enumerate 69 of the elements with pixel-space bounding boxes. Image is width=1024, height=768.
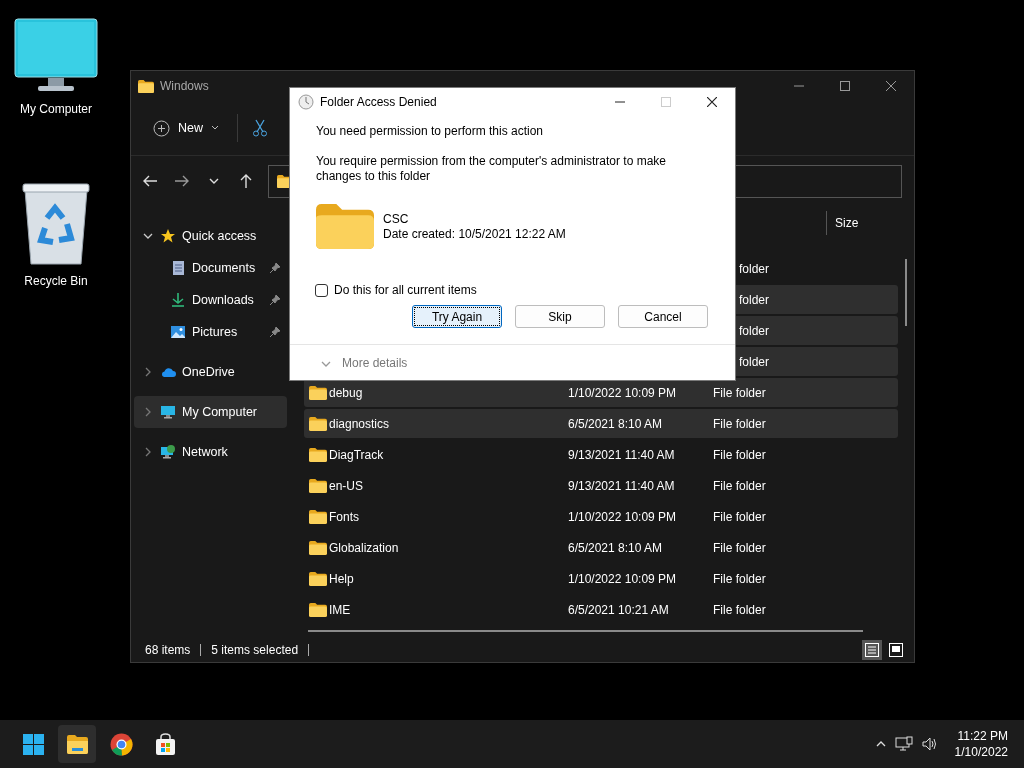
table-cell-text: 1/10/2022 10:09 PM (568, 384, 677, 402)
table-cell-text: File folder (713, 446, 766, 464)
more-details-link[interactable]: More details (342, 356, 408, 371)
sidebar-item[interactable]: Pictures (134, 316, 287, 348)
file-row[interactable]: IME 6/5/2021 10:21 AM File folder (304, 595, 898, 624)
dialog-button[interactable]: Skip (515, 305, 605, 328)
table-cell-text: Help (329, 570, 354, 588)
table-cell-text: 9/13/2021 11:40 AM (568, 477, 675, 495)
table-cell-text: 1/10/2022 10:09 PM (568, 508, 677, 526)
table-cell-text: debug (329, 384, 363, 402)
window-title: Windows (160, 78, 209, 95)
sidebar-label: Network (182, 443, 228, 461)
clock-date[interactable]: 1/10/2022 (954, 744, 1008, 760)
sidebar-label: Quick access (182, 227, 257, 245)
sidebar-label: OneDrive (182, 363, 235, 381)
sidebar-label: Pictures (192, 323, 238, 341)
table-cell-text: folder (739, 322, 770, 340)
dialog-heading: You need permission to perform this action (316, 124, 544, 139)
table-cell-text: 6/5/2021 8:10 AM (568, 539, 663, 557)
sidebar-item[interactable]: OneDrive (134, 356, 287, 388)
sidebar-item[interactable]: Downloads (134, 284, 287, 316)
dialog-message: You require permission from the computer's administrator to make changes to this folder (316, 154, 667, 184)
checkbox-label[interactable]: Do this for all current items (334, 283, 477, 298)
file-row[interactable]: Fonts 1/10/2022 10:09 PM File folder (304, 502, 898, 531)
file-row[interactable]: Help 1/10/2022 10:09 PM File folder (304, 564, 898, 593)
column-header[interactable]: Size (835, 214, 859, 232)
sidebar-item[interactable]: Network (134, 436, 287, 468)
sidebar-item[interactable]: My Computer (134, 396, 287, 428)
sidebar-label: Downloads (192, 291, 254, 309)
table-cell-text: 6/5/2021 8:10 AM (568, 415, 663, 433)
item-date: Date created: 10/5/2021 12:22 AM (383, 226, 566, 242)
table-cell-text: File folder (713, 508, 766, 526)
desktop-icon-label[interactable]: Recycle Bin (24, 272, 88, 290)
dialog-button[interactable]: Try Again (412, 305, 502, 328)
table-cell-text: Globalization (329, 539, 399, 557)
sidebar-label: My Computer (182, 403, 258, 421)
file-row[interactable]: debug 1/10/2022 10:09 PM File folder (304, 378, 898, 407)
table-cell-text: IME (329, 601, 351, 619)
table-cell-text: File folder (713, 415, 766, 433)
table-cell-text: 9/13/2021 11:40 AM (568, 446, 675, 464)
table-cell-text: folder (739, 260, 770, 278)
table-cell-text: File folder (713, 384, 766, 402)
dialog-button[interactable]: Cancel (618, 305, 708, 328)
desktop-icon-label[interactable]: My Computer (20, 100, 92, 118)
file-row[interactable]: en-US 9/13/2021 11:40 AM File folder (304, 471, 898, 500)
status-text: 5 items selected (211, 642, 299, 659)
table-cell-text: en-US (329, 477, 363, 495)
table-cell-text: File folder (713, 601, 766, 619)
table-cell-text: Fonts (329, 508, 359, 526)
file-row[interactable]: DiagTrack 9/13/2021 11:40 AM File folder (304, 440, 898, 469)
table-cell-text: folder (739, 291, 770, 309)
status-text: 68 items (145, 642, 191, 659)
sidebar-item[interactable]: Documents (134, 252, 287, 284)
sidebar-item[interactable]: Quick access (134, 220, 287, 252)
sidebar-label: Documents (192, 259, 256, 277)
clock-time[interactable]: 11:22 PM (957, 728, 1008, 744)
table-cell-text: diagnostics (329, 415, 390, 433)
new-button[interactable]: New (149, 114, 223, 142)
table-cell-text: 6/5/2021 10:21 AM (568, 601, 669, 619)
item-name: CSC (383, 211, 410, 227)
table-cell-text: folder (739, 353, 770, 371)
file-row[interactable]: diagnostics 6/5/2021 8:10 AM File folder (304, 409, 898, 438)
table-cell-text: 1/10/2022 10:09 PM (568, 570, 677, 588)
table-cell-text: File folder (713, 477, 766, 495)
dialog-title: Folder Access Denied (320, 94, 437, 111)
file-row[interactable]: Globalization 6/5/2021 8:10 AM File folder (304, 533, 898, 562)
table-cell-text: DiagTrack (329, 446, 384, 464)
table-cell-text: File folder (713, 539, 766, 557)
table-cell-text: File folder (713, 570, 766, 588)
